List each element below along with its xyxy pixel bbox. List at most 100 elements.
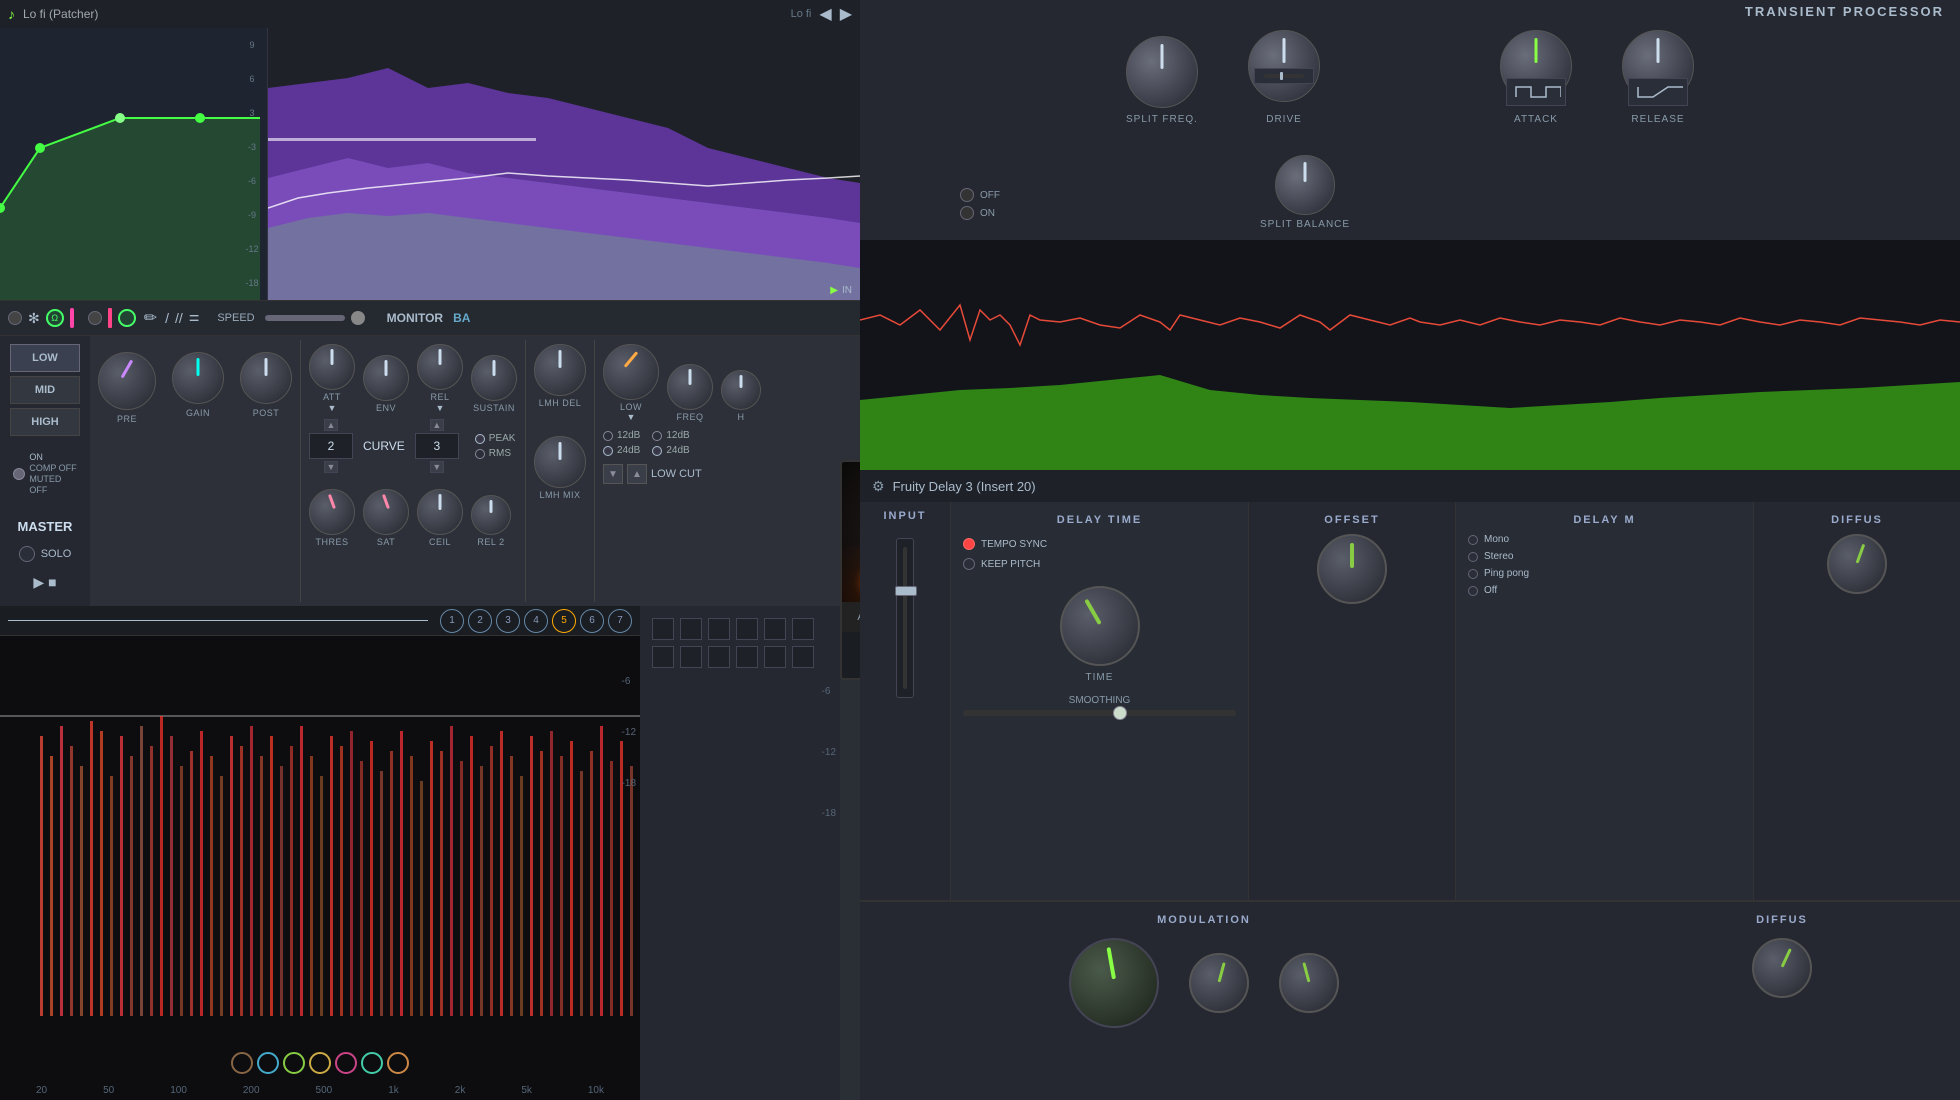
transport-menu-btn[interactable] — [88, 311, 102, 325]
nav-arrow-right[interactable]: ▶ — [840, 4, 852, 24]
24db-left-radio[interactable] — [603, 446, 613, 456]
fader-handle[interactable] — [895, 586, 917, 596]
input-fader[interactable] — [896, 538, 914, 698]
sat-knob[interactable] — [363, 489, 409, 535]
ping-pong-radio[interactable] — [1468, 569, 1478, 579]
peak-radio[interactable] — [475, 434, 485, 444]
nav-arrow-left[interactable]: ◀ — [819, 4, 831, 24]
sustain-knob[interactable] — [471, 355, 517, 401]
off-delay-radio[interactable] — [1468, 586, 1478, 596]
meter-1-6[interactable] — [792, 618, 814, 640]
curve-value[interactable]: 3 — [415, 433, 459, 459]
meter-2-6[interactable] — [792, 646, 814, 668]
band-high[interactable]: HIGH — [10, 408, 80, 436]
ceil-knob[interactable] — [417, 489, 463, 535]
meter-1-3[interactable] — [708, 618, 730, 640]
off-delay-row: Off — [1468, 585, 1741, 596]
speed-knob[interactable] — [351, 311, 365, 325]
ctrl-3[interactable] — [283, 1052, 305, 1074]
att-up[interactable]: ▲ — [324, 419, 338, 431]
mod-main-knob[interactable] — [1069, 938, 1159, 1028]
meter-2-3[interactable] — [708, 646, 730, 668]
gain-knob[interactable] — [172, 352, 224, 404]
keep-pitch-radio[interactable] — [963, 558, 975, 570]
rel-knob[interactable] — [417, 344, 463, 390]
release-shape-btn[interactable] — [1628, 78, 1688, 106]
diffus-knob[interactable] — [1827, 534, 1887, 594]
edit-icon[interactable]: ✏ — [144, 308, 157, 328]
att-value[interactable]: 2 — [309, 433, 353, 459]
step-2: 2 — [468, 609, 492, 633]
h-knob[interactable] — [721, 370, 761, 410]
mod-knob-2[interactable] — [1279, 953, 1339, 1013]
rel2-knob[interactable] — [471, 495, 511, 535]
24db-right-radio[interactable] — [652, 446, 662, 456]
tempo-sync-radio[interactable] — [963, 538, 975, 550]
post-knob[interactable] — [240, 352, 292, 404]
double-slash-icon[interactable]: // — [175, 310, 183, 326]
low-knob[interactable] — [603, 344, 659, 400]
rms-radio[interactable] — [475, 449, 485, 459]
transport-dropdown[interactable] — [8, 311, 22, 325]
meter-2-2[interactable] — [680, 646, 702, 668]
speed-bar[interactable] — [265, 315, 345, 321]
mod-knob-1[interactable] — [1189, 953, 1249, 1013]
offset-knob[interactable] — [1317, 534, 1387, 604]
pre-knob[interactable] — [98, 352, 156, 410]
att-down[interactable]: ▼ — [324, 461, 338, 473]
slash-icon[interactable]: / — [165, 310, 169, 326]
lmh-del-knob[interactable] — [534, 344, 586, 396]
status-indicator[interactable] — [13, 468, 25, 480]
split-freq-knob[interactable] — [1126, 36, 1198, 108]
ctrl-7[interactable] — [387, 1052, 409, 1074]
time-knob[interactable] — [1060, 586, 1140, 666]
freq-knob[interactable] — [667, 364, 713, 410]
meter-1-2[interactable] — [680, 618, 702, 640]
rel-group: REL ▼ — [417, 344, 463, 413]
split-balance-knob[interactable] — [1275, 155, 1335, 215]
ctrl-5[interactable] — [335, 1052, 357, 1074]
smoothing-thumb[interactable] — [1113, 706, 1127, 720]
mono-radio[interactable] — [1468, 535, 1478, 545]
drive-knob[interactable] — [1248, 30, 1320, 102]
on-indicator[interactable] — [960, 206, 974, 220]
band-mid[interactable]: MID — [10, 376, 80, 404]
12db-left-radio[interactable] — [603, 431, 613, 441]
meter-1-1[interactable] — [652, 618, 674, 640]
sat-group: SAT — [363, 489, 409, 547]
curve-up[interactable]: ▲ — [430, 419, 444, 431]
ctrl-4[interactable] — [309, 1052, 331, 1074]
12db-right-radio[interactable] — [652, 431, 662, 441]
headphone-btn[interactable]: Ω — [46, 309, 64, 327]
gain-knob-group: GAIN — [164, 336, 232, 606]
solo-indicator[interactable] — [19, 546, 35, 562]
snowflake-icon[interactable]: ✻ — [28, 310, 40, 327]
curve-down[interactable]: ▼ — [430, 461, 444, 473]
equals-icon[interactable]: = — [189, 308, 200, 329]
stop-btn[interactable]: ■ — [48, 574, 56, 591]
ctrl-2[interactable] — [257, 1052, 279, 1074]
ctrl-6[interactable] — [361, 1052, 383, 1074]
stereo-radio[interactable] — [1468, 552, 1478, 562]
low-cut-up[interactable]: ▲ — [627, 464, 647, 484]
delay-time-title: DELAY TIME — [963, 514, 1236, 526]
diffus-bottom-knob[interactable] — [1752, 938, 1812, 998]
smoothing-slider[interactable] — [963, 710, 1236, 716]
meter-2-1[interactable] — [652, 646, 674, 668]
low-cut-down[interactable]: ▼ — [603, 464, 623, 484]
play-btn[interactable]: ▶ — [33, 574, 44, 591]
meter-2-5[interactable] — [764, 646, 786, 668]
meter-1-5[interactable] — [764, 618, 786, 640]
lmh-mix-knob[interactable] — [534, 436, 586, 488]
24db-left: 24dB — [603, 445, 640, 456]
env-knob[interactable] — [363, 355, 409, 401]
att-knob[interactable] — [309, 344, 355, 390]
meter-1-4[interactable] — [736, 618, 758, 640]
attack-shape-btn[interactable] — [1506, 78, 1566, 106]
band-low[interactable]: LOW — [10, 344, 80, 372]
gear-icon[interactable]: ⚙ — [872, 478, 885, 495]
off-indicator[interactable] — [960, 188, 974, 202]
ctrl-1[interactable] — [231, 1052, 253, 1074]
thres-knob[interactable] — [309, 489, 355, 535]
meter-2-4[interactable] — [736, 646, 758, 668]
